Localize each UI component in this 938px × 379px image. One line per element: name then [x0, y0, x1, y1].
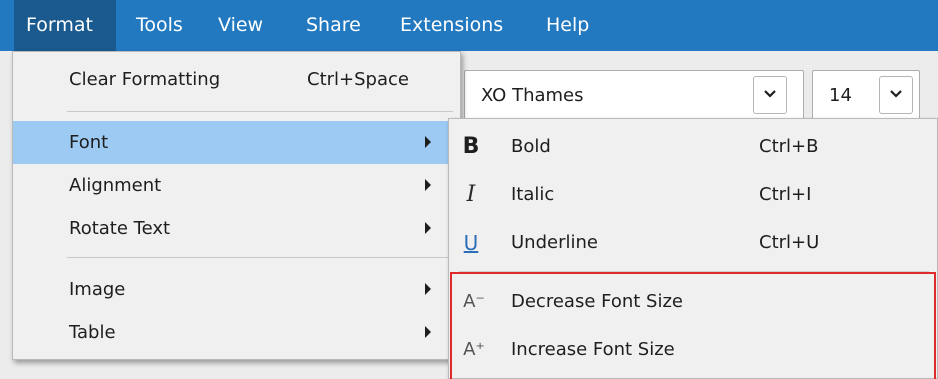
- chevron-down-icon: [890, 90, 902, 98]
- menu-item-font[interactable]: Font: [13, 121, 460, 164]
- menu-item-label: Table: [69, 322, 116, 343]
- menu-tools[interactable]: Tools: [136, 0, 183, 51]
- menu-item-label: Image: [69, 279, 126, 300]
- menu-item-alignment[interactable]: Alignment: [13, 164, 460, 207]
- menu-extensions[interactable]: Extensions: [400, 0, 503, 51]
- menu-help[interactable]: Help: [546, 0, 589, 51]
- menu-item-clear-formatting[interactable]: Clear Formatting Ctrl+Space: [13, 58, 460, 101]
- font-name-value: XO Thames: [481, 85, 584, 106]
- font-submenu: B Bold Ctrl+B I Italic Ctrl+I U Underlin…: [448, 118, 938, 379]
- menu-view[interactable]: View: [218, 0, 263, 51]
- submenu-arrow-icon: [425, 283, 431, 295]
- menu-item-image[interactable]: Image: [13, 268, 460, 311]
- font-size-value: 14: [829, 85, 852, 106]
- bold-icon: B: [462, 134, 480, 159]
- menu-item-label: Font: [69, 132, 109, 153]
- menu-item-shortcut: Ctrl+B: [759, 136, 819, 157]
- menu-item-label: Underline: [511, 232, 598, 253]
- format-menu: Clear Formatting Ctrl+Space Font Alignme…: [12, 51, 461, 360]
- menu-item-label: Italic: [511, 184, 555, 205]
- menu-format[interactable]: Format: [14, 0, 116, 51]
- submenu-arrow-icon: [425, 179, 431, 191]
- chevron-down-icon: [764, 90, 776, 98]
- menu-item-decrease-font-size[interactable]: A⁻ Decrease Font Size: [449, 278, 937, 326]
- menu-separator: [67, 111, 453, 112]
- menu-bar: Format Tools View Share Extensions Help: [0, 0, 938, 51]
- menu-item-label: Increase Font Size: [511, 339, 675, 360]
- menu-item-label: Clear Formatting: [69, 69, 221, 90]
- font-size-dropdown-button[interactable]: [879, 76, 913, 114]
- menu-item-bold[interactable]: B Bold Ctrl+B: [449, 123, 937, 171]
- menu-separator: [67, 257, 453, 258]
- italic-icon: I: [466, 182, 476, 207]
- menu-item-rotate-text[interactable]: Rotate Text: [13, 207, 460, 250]
- menu-item-shortcut: Ctrl+I: [759, 184, 812, 205]
- menu-item-label: Bold: [511, 136, 551, 157]
- menu-item-shortcut: Ctrl+U: [759, 232, 820, 253]
- underline-icon: U: [463, 231, 479, 255]
- submenu-arrow-icon: [425, 222, 431, 234]
- menu-item-underline[interactable]: U Underline Ctrl+U: [449, 219, 937, 267]
- menu-item-label: Rotate Text: [69, 218, 171, 239]
- decrease-font-size-icon: A⁻: [463, 291, 485, 312]
- menu-share[interactable]: Share: [306, 0, 361, 51]
- menu-item-shortcut: Ctrl+Space: [307, 69, 409, 90]
- font-size-combo[interactable]: 14: [812, 70, 920, 120]
- menu-item-table[interactable]: Table: [13, 311, 460, 354]
- font-name-combo[interactable]: XO Thames: [464, 70, 804, 120]
- menu-separator: [459, 271, 929, 272]
- submenu-arrow-icon: [425, 136, 431, 148]
- menu-item-label: Alignment: [69, 175, 162, 196]
- increase-font-size-icon: A⁺: [463, 339, 485, 360]
- menu-item-label: Decrease Font Size: [511, 291, 683, 312]
- menu-item-increase-font-size[interactable]: A⁺ Increase Font Size: [449, 326, 937, 374]
- font-name-dropdown-button[interactable]: [753, 76, 787, 114]
- submenu-arrow-icon: [425, 326, 431, 338]
- menu-item-italic[interactable]: I Italic Ctrl+I: [449, 171, 937, 219]
